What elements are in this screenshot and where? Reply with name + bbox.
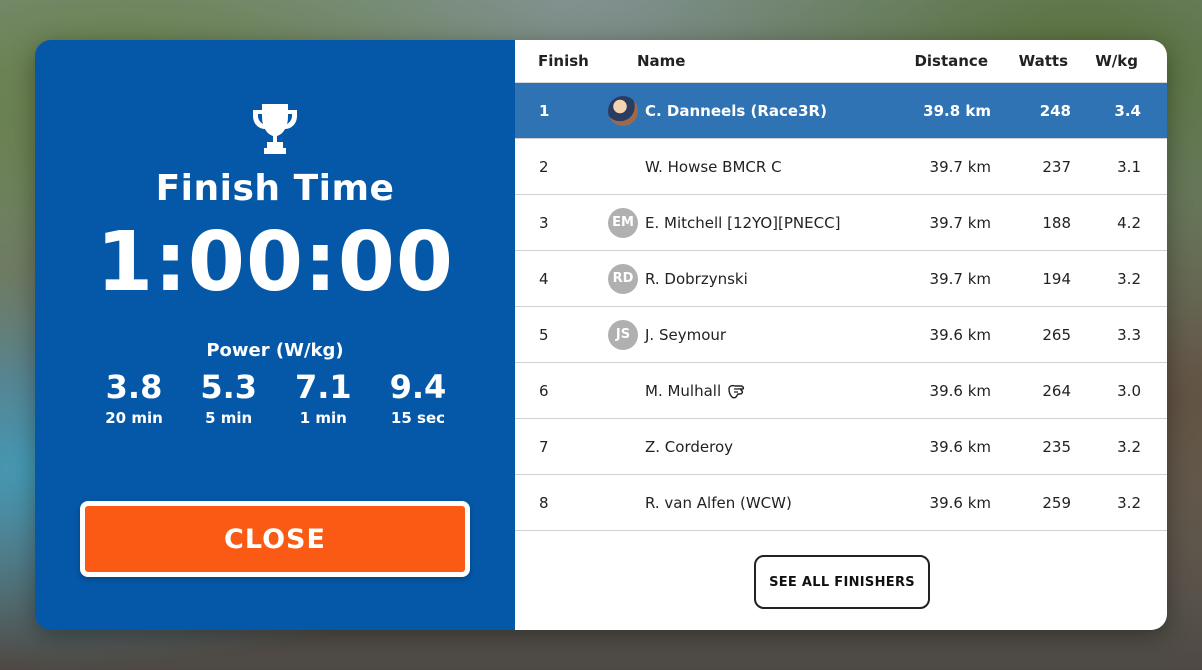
power-value: 7.1	[294, 368, 352, 406]
header-name: Name	[637, 52, 686, 70]
close-button[interactable]: CLOSE	[80, 501, 470, 577]
row-position: 1	[539, 101, 550, 120]
power-duration: 1 min	[299, 409, 347, 428]
row-distance: 39.7 km	[929, 157, 991, 176]
header-watts: Watts	[1018, 52, 1068, 70]
row-position: 4	[539, 269, 549, 288]
results-panel: Finish Time 1:00:00 Power (W/kg) 3.8 20 …	[35, 40, 1167, 630]
row-wkg: 4.2	[1117, 213, 1141, 232]
results-table: Finish Name Distance Watts W/kg 1 C. Dan…	[515, 40, 1167, 630]
finish-time-title: Finish Time	[155, 168, 395, 209]
header-finish: Finish	[538, 52, 589, 70]
power-duration: 15 sec	[390, 409, 446, 428]
table-row[interactable]: 5 JS J. Seymour 39.6 km 265 3.3	[515, 307, 1167, 363]
row-position: 8	[539, 493, 549, 512]
row-wkg: 3.2	[1117, 493, 1141, 512]
row-watts: 237	[1042, 157, 1071, 176]
row-watts: 188	[1042, 213, 1071, 232]
row-watts: 248	[1039, 101, 1071, 120]
table-row[interactable]: 3 EM E. Mitchell [12YO][PNECC] 39.7 km 1…	[515, 195, 1167, 251]
row-name: Z. Corderoy	[645, 437, 734, 456]
row-distance: 39.6 km	[929, 437, 991, 456]
avatar: JS	[608, 319, 638, 350]
table-row[interactable]: 2 W. Howse BMCR C 39.7 km 237 3.1	[515, 139, 1167, 195]
header-wkg: W/kg	[1095, 52, 1138, 70]
avatar: RD	[608, 263, 638, 294]
row-wkg: 3.1	[1117, 157, 1141, 176]
row-watts: 235	[1042, 437, 1071, 456]
row-name: R. van Alfen (WCW)	[645, 493, 792, 512]
row-name: M. Mulhall	[645, 381, 722, 400]
row-position: 7	[539, 437, 549, 456]
row-name: J. Seymour	[645, 325, 727, 344]
row-watts: 194	[1042, 269, 1071, 288]
row-wkg: 3.4	[1114, 101, 1141, 120]
power-stat: 7.1 1 min	[276, 368, 370, 428]
row-distance: 39.6 km	[929, 493, 991, 512]
row-distance: 39.6 km	[929, 325, 991, 344]
power-label: Power (W/kg)	[206, 340, 344, 361]
power-value: 5.3	[200, 368, 257, 406]
table-row[interactable]: 6 M. Mulhall 39.6 km 264 3.0	[515, 363, 1167, 419]
trophy-icon	[253, 104, 297, 154]
power-stats: 3.8 20 min 5.3 5 min 7.1 1 min 9.4 15 se…	[87, 368, 465, 428]
row-position: 2	[539, 157, 549, 176]
row-wkg: 3.2	[1117, 269, 1141, 288]
power-value: 3.8	[105, 368, 163, 406]
table-row[interactable]: 1 C. Danneels (Race3R) 39.8 km 248 3.4	[515, 83, 1167, 139]
row-distance: 39.6 km	[929, 381, 991, 400]
row-distance: 39.8 km	[923, 101, 991, 120]
fist-bump-icon	[728, 384, 745, 399]
row-name: C. Danneels (Race3R)	[645, 101, 827, 120]
avatar	[608, 95, 638, 126]
table-header: Finish Name Distance Watts W/kg	[515, 40, 1167, 83]
table-row[interactable]: 4 RD R. Dobrzynski 39.7 km 194 3.2	[515, 251, 1167, 307]
power-stat: 3.8 20 min	[87, 368, 181, 428]
see-all-finishers-button[interactable]: SEE ALL FINISHERS	[754, 555, 930, 609]
row-wkg: 3.2	[1117, 437, 1141, 456]
power-value: 9.4	[389, 368, 447, 406]
row-wkg: 3.0	[1117, 381, 1141, 400]
row-distance: 39.7 km	[929, 213, 991, 232]
avatar: EM	[608, 207, 638, 238]
row-position: 3	[539, 213, 549, 232]
row-watts: 259	[1042, 493, 1071, 512]
row-name: W. Howse BMCR C	[645, 157, 782, 176]
row-wkg: 3.3	[1117, 325, 1141, 344]
row-name-cell: M. Mulhall	[641, 382, 891, 400]
finish-summary: Finish Time 1:00:00 Power (W/kg) 3.8 20 …	[35, 40, 515, 630]
power-stat: 5.3 5 min	[182, 368, 276, 428]
power-stat: 9.4 15 sec	[371, 368, 465, 428]
table-row[interactable]: 8 R. van Alfen (WCW) 39.6 km 259 3.2	[515, 475, 1167, 531]
header-distance: Distance	[914, 52, 988, 70]
finish-time-value: 1:00:00	[96, 215, 454, 310]
row-name: R. Dobrzynski	[645, 269, 748, 288]
row-watts: 265	[1042, 325, 1071, 344]
row-watts: 264	[1042, 381, 1071, 400]
power-duration: 20 min	[105, 409, 163, 428]
row-name: E. Mitchell [12YO][PNECC]	[645, 213, 841, 232]
row-position: 5	[539, 325, 549, 344]
row-position: 6	[539, 381, 549, 400]
power-duration: 5 min	[205, 409, 253, 428]
row-distance: 39.7 km	[929, 269, 991, 288]
table-row[interactable]: 7 Z. Corderoy 39.6 km 235 3.2	[515, 419, 1167, 475]
